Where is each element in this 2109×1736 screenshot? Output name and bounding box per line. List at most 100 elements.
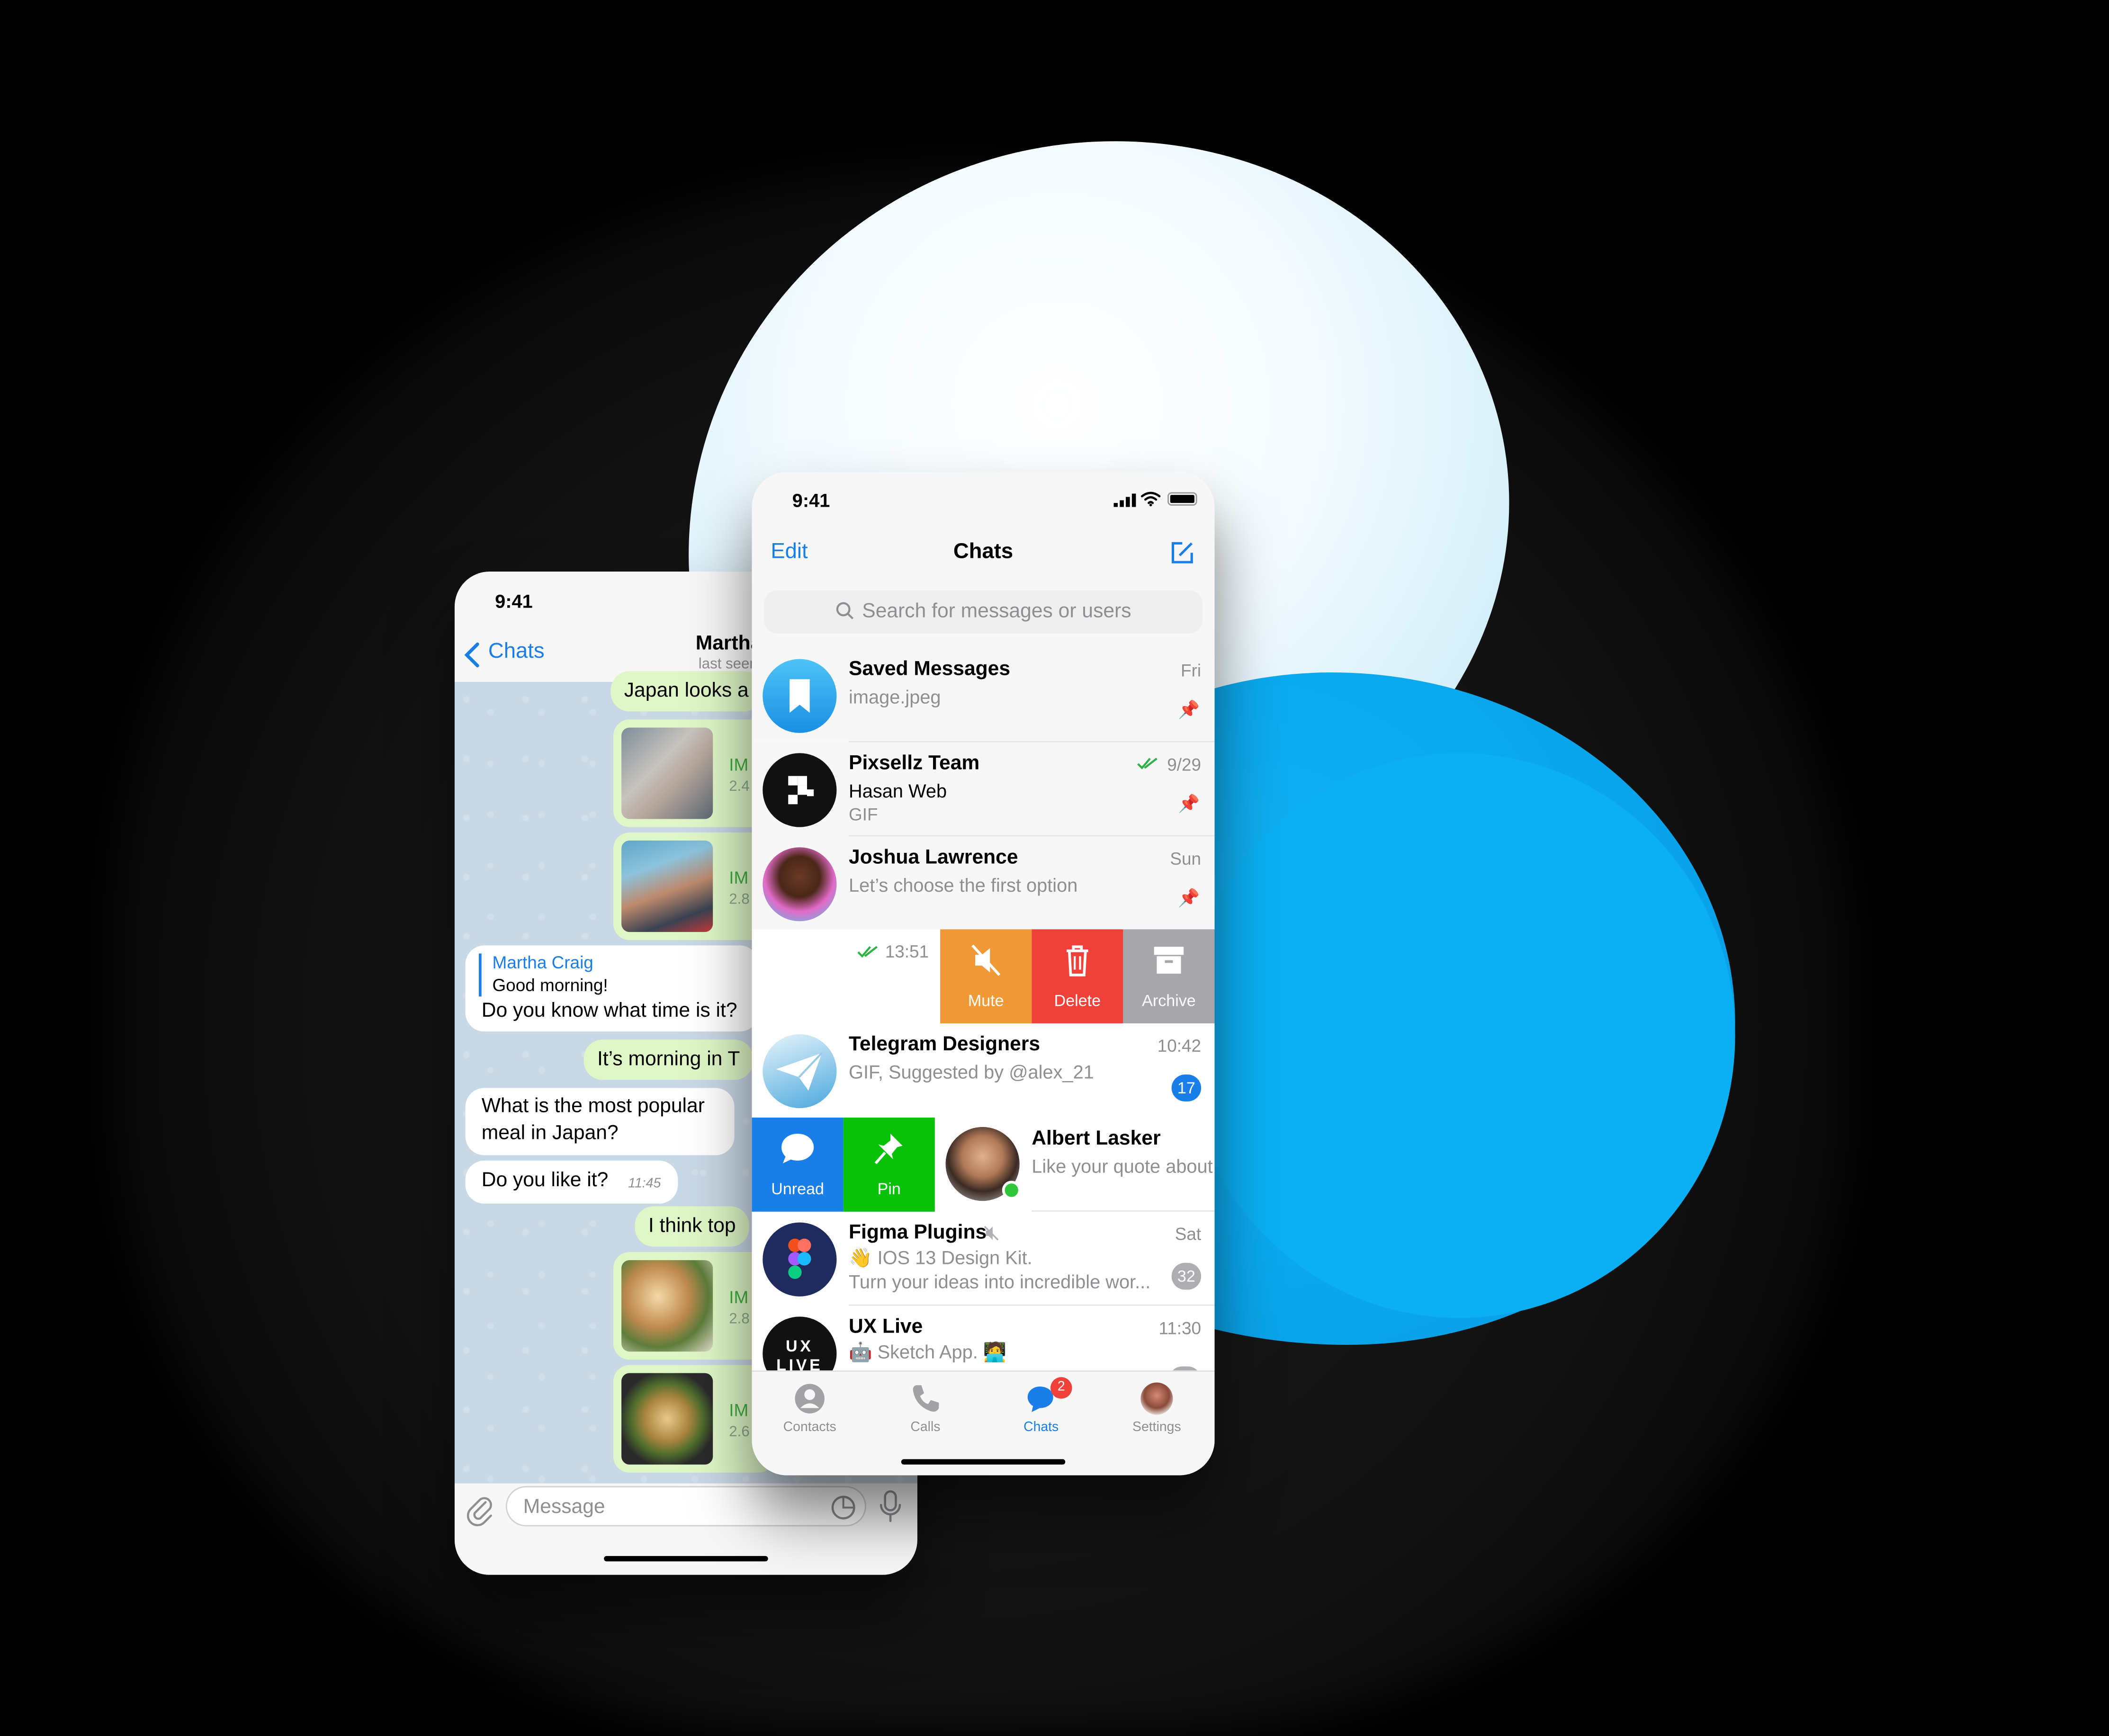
home-indicator xyxy=(604,1556,768,1562)
tab-bar: Contacts Calls Chats 2 Settings xyxy=(752,1370,1215,1476)
message-bubble[interactable]: What is the most popular meal in Japan? xyxy=(465,1088,735,1155)
muted-icon xyxy=(984,1226,999,1241)
search-input[interactable]: Search for messages or users xyxy=(764,590,1203,634)
microphone-icon[interactable] xyxy=(877,1489,904,1524)
double-check-icon xyxy=(1137,758,1158,770)
chat-preview: image.jpeg xyxy=(849,686,941,707)
chat-time: Sat xyxy=(1175,1224,1202,1244)
pin-icon: 📌 xyxy=(1178,887,1200,908)
chat-sender: Hasan Web xyxy=(849,780,947,802)
joshua-avatar xyxy=(763,847,837,922)
status-time: 9:41 xyxy=(792,489,830,511)
unread-action[interactable]: Unread xyxy=(752,1118,844,1212)
archive-action[interactable]: Archive xyxy=(1123,929,1215,1024)
image-thumbnail[interactable] xyxy=(621,841,713,932)
chat-row-pixsellz[interactable]: Pixsellz Team Hasan Web GIF 9/29 📌 xyxy=(752,742,1215,837)
chat-name: Figma Plugins xyxy=(849,1221,987,1244)
image-message[interactable]: IM 2.8 xyxy=(613,832,775,940)
mute-label: Mute xyxy=(968,991,1004,1010)
chat-preview: Let’s choose the first option xyxy=(849,874,1078,896)
image-label: IM xyxy=(729,1287,749,1307)
chat-preview-line2: Turn your ideas into incredible wor... xyxy=(849,1271,1151,1293)
chat-name: UX Live xyxy=(849,1315,923,1338)
chat-row-figma-plugins[interactable]: Figma Plugins 👋 IOS 13 Design Kit. Turn … xyxy=(752,1211,1215,1306)
image-label: IM xyxy=(729,754,749,775)
double-check-icon xyxy=(857,946,878,958)
archive-label: Archive xyxy=(1142,991,1196,1010)
input-bar: Message xyxy=(454,1483,917,1575)
chat-time: 11:30 xyxy=(1158,1318,1202,1338)
settings-avatar-icon xyxy=(1140,1382,1173,1415)
telegram-designers-avatar xyxy=(763,1034,837,1109)
chat-row-albert[interactable]: Unread Pin Albert Lasker Like your quote… xyxy=(752,1118,1215,1212)
figma-logo-icon xyxy=(788,1238,811,1279)
chat-row-swiped[interactable]: 13:51 Mute Delete Archive xyxy=(752,929,1215,1024)
pixsellz-avatar xyxy=(763,753,837,827)
chat-row-telegram-designers[interactable]: Telegram Designers GIF, Suggested by @al… xyxy=(752,1023,1215,1118)
chat-time: 10:42 xyxy=(1157,1035,1202,1056)
page-title: Chats xyxy=(953,540,1014,564)
image-thumbnail[interactable] xyxy=(621,1260,713,1352)
chat-row-saved-messages[interactable]: Saved Messages image.jpeg Fri 📌 xyxy=(752,648,1215,743)
tab-contacts[interactable]: Contacts xyxy=(752,1383,868,1435)
tab-label: Chats xyxy=(1023,1420,1059,1435)
tab-label: Calls xyxy=(910,1420,941,1435)
pixsellz-logo-icon xyxy=(788,776,814,805)
image-size: 2.6 xyxy=(729,1424,750,1441)
figma-plugins-avatar xyxy=(763,1222,837,1297)
saved-messages-avatar xyxy=(763,659,837,733)
message-text: Japan looks a xyxy=(624,679,749,702)
delete-action[interactable]: Delete xyxy=(1032,929,1123,1024)
image-label: IM xyxy=(729,1400,749,1421)
attach-icon[interactable] xyxy=(466,1494,495,1527)
chat-preview: Like your quote about xyxy=(1032,1155,1213,1177)
image-message[interactable]: IM 2.4 xyxy=(613,719,775,827)
chat-name: Telegram Designers xyxy=(849,1033,1041,1056)
image-message[interactable]: IM 2.8 xyxy=(613,1252,775,1360)
message-bubble[interactable]: I think top xyxy=(635,1206,750,1247)
tab-label: Settings xyxy=(1132,1420,1181,1435)
tab-calls[interactable]: Calls xyxy=(868,1383,983,1435)
chat-preview: GIF xyxy=(849,804,878,824)
wifi-icon xyxy=(1140,492,1161,507)
message-input[interactable]: Message xyxy=(505,1486,866,1527)
chat-name: Joshua Lawrence xyxy=(849,846,1018,869)
message-placeholder: Message xyxy=(523,1495,605,1519)
message-bubble[interactable]: Japan looks a xyxy=(610,671,763,712)
chat-list-phone: 9:41 Edit Chats Search for messages or u… xyxy=(752,472,1215,1476)
image-message[interactable]: IM 2.6 xyxy=(613,1365,775,1473)
trash-icon xyxy=(1067,945,1088,976)
back-button[interactable]: Chats xyxy=(463,639,570,671)
message-time: 11:45 xyxy=(628,1177,661,1192)
message-bubble[interactable]: It’s morning in T xyxy=(583,1039,754,1080)
unread-label: Unread xyxy=(771,1179,824,1199)
sticker-icon[interactable] xyxy=(830,1494,857,1521)
image-thumbnail[interactable] xyxy=(621,727,713,819)
message-text: Do you know what time is it? xyxy=(481,999,737,1022)
tab-badge: 2 xyxy=(1050,1377,1072,1399)
chat-name: Saved Messages xyxy=(849,657,1011,681)
tab-chats[interactable]: Chats 2 xyxy=(983,1377,1099,1435)
chat-time: 13:51 xyxy=(885,941,929,962)
message-text: What is the most popular meal in Japan? xyxy=(481,1094,705,1145)
pin-icon: 📌 xyxy=(1178,793,1200,814)
status-time: 9:41 xyxy=(495,590,533,612)
chat-bubble-icon xyxy=(781,1134,814,1163)
reply-message[interactable]: Martha Craig Good morning! Do you know w… xyxy=(465,945,759,1032)
chat-name: Pixsellz Team xyxy=(849,752,980,775)
paper-plane-icon xyxy=(776,1052,823,1091)
message-bubble[interactable]: Do you like it? 11:45 xyxy=(465,1160,678,1204)
pin-action[interactable]: Pin xyxy=(843,1118,935,1212)
archive-icon xyxy=(1154,947,1184,974)
signal-icon xyxy=(1113,493,1136,507)
mute-action[interactable]: Mute xyxy=(940,929,1032,1024)
image-label: IM xyxy=(729,867,749,888)
image-thumbnail[interactable] xyxy=(621,1373,713,1465)
chat-row-joshua[interactable]: Joshua Lawrence Let’s choose the first o… xyxy=(752,836,1215,931)
reply-author: Martha Craig xyxy=(492,952,593,973)
delete-label: Delete xyxy=(1054,991,1101,1010)
back-label: Chats xyxy=(488,640,545,663)
compose-icon[interactable] xyxy=(1169,539,1196,566)
reply-bar xyxy=(479,953,482,997)
tab-settings[interactable]: Settings xyxy=(1099,1382,1214,1435)
